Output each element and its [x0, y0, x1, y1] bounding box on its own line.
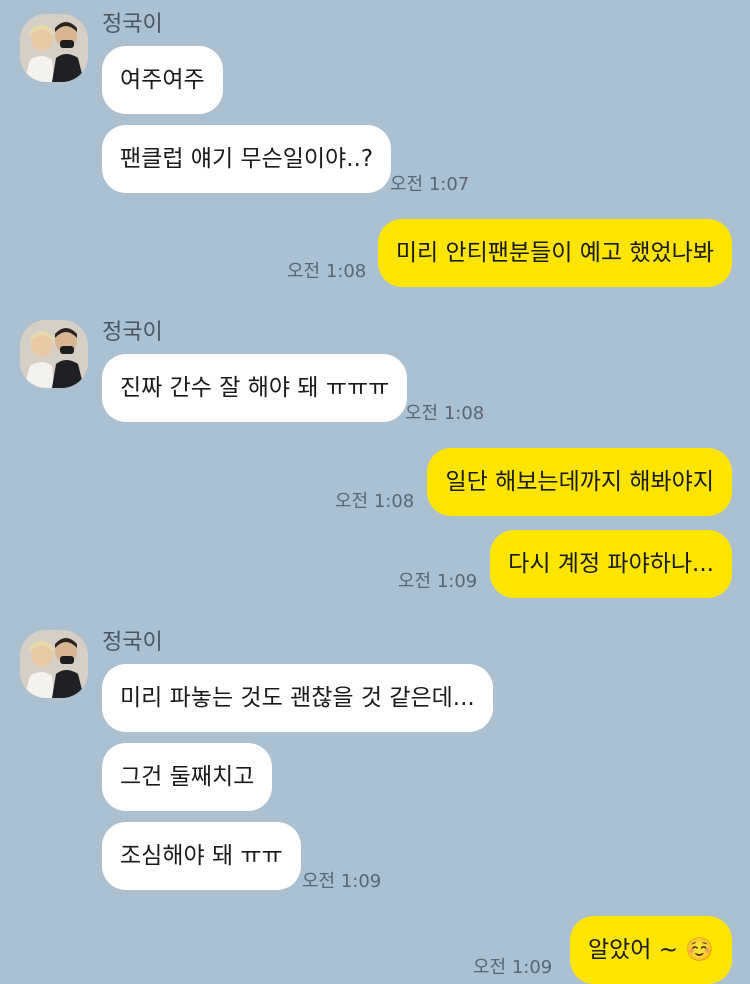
message-bubble-outgoing[interactable]: 알았어 ~ ☺️	[569, 916, 732, 984]
message-bubble[interactable]: 팬클럽 얘기 무슨일이야..?	[102, 125, 392, 193]
message-bubble[interactable]: 여주여주	[102, 46, 223, 114]
sender-name: 정국이	[102, 320, 163, 345]
message-timestamp: 오전 1:07	[390, 174, 470, 195]
profile-avatar[interactable]	[20, 14, 88, 82]
message-timestamp: 오전 1:09	[473, 957, 553, 978]
message-timestamp: 오전 1:08	[335, 491, 415, 512]
message-bubble[interactable]: 미리 파놓는 것도 괜찮을 것 같은데...	[102, 664, 493, 732]
profile-photo-icon	[20, 14, 88, 82]
message-bubble-outgoing[interactable]: 미리 안티팬분들이 예고 했었나봐	[377, 219, 732, 287]
chat-area[interactable]: 정국이 여주여주 팬클럽 얘기 무슨일이야..? 오전 1:07 미리 안티팬분…	[0, 0, 750, 984]
message-bubble[interactable]: 그건 둘째치고	[102, 743, 273, 811]
message-timestamp: 오전 1:09	[302, 871, 382, 892]
message-bubble[interactable]: 진짜 간수 잘 해야 돼 ㅠㅠㅠ	[102, 354, 408, 422]
message-timestamp: 오전 1:08	[405, 403, 485, 424]
message-bubble-outgoing[interactable]: 다시 계정 파야하나...	[490, 530, 732, 598]
sender-name: 정국이	[102, 630, 163, 655]
profile-photo-icon	[20, 320, 88, 388]
sender-name: 정국이	[102, 12, 163, 37]
message-timestamp: 오전 1:09	[398, 571, 478, 592]
profile-photo-icon	[20, 630, 88, 698]
message-bubble-outgoing[interactable]: 일단 해보는데까지 해봐야지	[427, 448, 732, 516]
profile-avatar[interactable]	[20, 320, 88, 388]
message-timestamp: 오전 1:08	[287, 261, 367, 282]
profile-avatar[interactable]	[20, 630, 88, 698]
message-bubble[interactable]: 조심해야 돼 ㅠㅠ	[102, 822, 301, 890]
